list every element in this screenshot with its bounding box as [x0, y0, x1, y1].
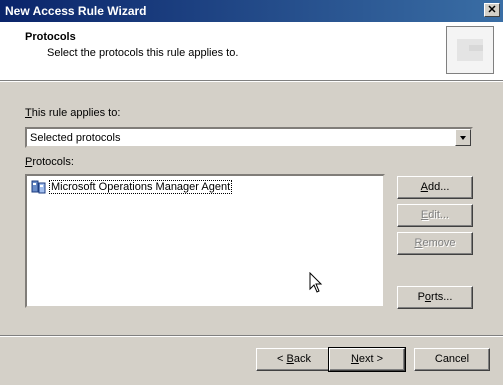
protocols-list[interactable]: Microsoft Operations Manager Agent [25, 174, 385, 308]
page-subtitle: Select the protocols this rule applies t… [47, 47, 239, 59]
protocol-icon [31, 180, 46, 194]
wizard-header-graphic [446, 26, 494, 74]
edit-button[interactable]: Edit... [397, 204, 473, 227]
header-divider [0, 80, 503, 82]
next-button[interactable]: Next > [328, 347, 406, 372]
list-item-label: Microsoft Operations Manager Agent [49, 180, 233, 194]
applies-dropdown[interactable]: Selected protocols [25, 127, 473, 148]
remove-button[interactable]: Remove [397, 232, 473, 255]
footer-divider [0, 335, 503, 337]
chevron-down-icon[interactable] [455, 129, 471, 146]
close-button[interactable]: ✕ [484, 3, 500, 17]
protocols-label: Protocols: [25, 156, 74, 168]
back-button[interactable]: < Back [256, 348, 332, 371]
wizard-window: New Access Rule Wizard ✕ Protocols Selec… [0, 0, 503, 385]
cancel-button[interactable]: Cancel [414, 348, 490, 371]
applies-label: This rule applies to: [25, 107, 121, 119]
close-icon: ✕ [487, 3, 497, 16]
wizard-header: Protocols Select the protocols this rule… [0, 22, 503, 80]
page-title: Protocols [25, 31, 76, 43]
title-bar[interactable]: New Access Rule Wizard ✕ [0, 0, 503, 22]
applies-dropdown-value: Selected protocols [30, 132, 121, 144]
window-title: New Access Rule Wizard [5, 4, 147, 18]
ports-button[interactable]: Ports... [397, 286, 473, 309]
list-item[interactable]: Microsoft Operations Manager Agent [31, 179, 383, 195]
mouse-cursor-icon [309, 272, 323, 293]
add-button[interactable]: Add... [397, 176, 473, 199]
